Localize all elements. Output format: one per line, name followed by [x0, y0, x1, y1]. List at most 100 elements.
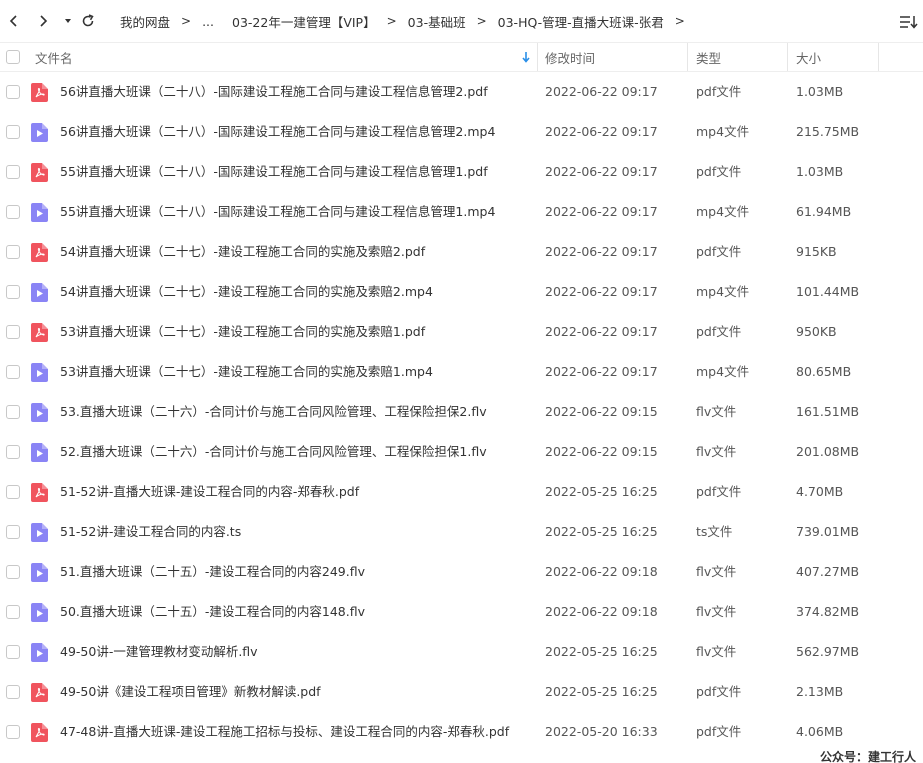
row-checkbox[interactable] [6, 485, 20, 499]
file-modified-date: 2022-05-25 16:25 [545, 524, 658, 539]
file-row[interactable]: 56讲直播大班课（二十八）-国际建设工程施工合同与建设工程信息管理2.pdf 20… [0, 72, 923, 112]
file-row[interactable]: 55讲直播大班课（二十八）-国际建设工程施工合同与建设工程信息管理1.mp4 20… [0, 192, 923, 232]
file-modified-date: 2022-06-22 09:15 [545, 444, 658, 459]
file-row[interactable]: 55讲直播大班课（二十八）-国际建设工程施工合同与建设工程信息管理1.pdf 20… [0, 152, 923, 192]
row-checkbox[interactable] [6, 685, 20, 699]
file-row[interactable]: 50.直播大班课（二十五）-建设工程合同的内容148.flv 2022-06-22… [0, 592, 923, 632]
file-row[interactable]: 49-50讲-一建管理教材变动解析.flv 2022-05-25 16:25 flv… [0, 632, 923, 672]
row-checkbox[interactable] [6, 165, 20, 179]
forward-button[interactable] [32, 9, 54, 33]
breadcrumb-item[interactable]: ... [202, 14, 214, 29]
file-name: 55讲直播大班课（二十八）-国际建设工程施工合同与建设工程信息管理1.pdf [60, 164, 488, 179]
video-icon [31, 123, 48, 142]
video-icon [31, 563, 48, 582]
file-row[interactable]: 53.直播大班课（二十六）-合同计价与施工合同风险管理、工程保险担保2.flv 2… [0, 392, 923, 432]
video-icon [31, 283, 48, 302]
file-row[interactable]: 54讲直播大班课（二十七）-建设工程施工合同的实施及索赔2.pdf 2022-06… [0, 232, 923, 272]
breadcrumb-item[interactable]: 03-22年一建管理【VIP】 [232, 12, 376, 31]
column-divider[interactable] [687, 43, 688, 71]
file-size: 950KB [796, 324, 837, 339]
pdf-icon [31, 483, 48, 502]
file-type: ts文件 [696, 524, 733, 539]
file-size: 915KB [796, 244, 837, 259]
breadcrumb-separator: > [386, 14, 397, 28]
file-size: 407.27MB [796, 564, 860, 579]
file-modified-date: 2022-05-25 16:25 [545, 644, 658, 659]
row-checkbox[interactable] [6, 605, 20, 619]
row-checkbox[interactable] [6, 125, 20, 139]
row-checkbox[interactable] [6, 405, 20, 419]
file-modified-date: 2022-06-22 09:17 [545, 364, 658, 379]
row-checkbox[interactable] [6, 725, 20, 739]
pdf-icon [31, 243, 48, 262]
file-type: flv文件 [696, 404, 737, 419]
column-modified[interactable]: 修改时间 [545, 43, 595, 71]
row-checkbox[interactable] [6, 325, 20, 339]
row-checkbox[interactable] [6, 645, 20, 659]
file-row[interactable]: 52.直播大班课（二十六）-合同计价与施工合同风险管理、工程保险担保1.flv 2… [0, 432, 923, 472]
breadcrumb-separator: > [476, 14, 487, 28]
file-type: flv文件 [696, 444, 737, 459]
file-row[interactable]: 54讲直播大班课（二十七）-建设工程施工合同的实施及索赔2.mp4 2022-06… [0, 272, 923, 312]
video-icon [31, 643, 48, 662]
file-modified-date: 2022-05-25 16:25 [545, 684, 658, 699]
breadcrumb-separator: > [181, 14, 192, 28]
sort-arrow-icon[interactable] [521, 43, 531, 71]
file-type: pdf文件 [696, 324, 742, 339]
file-type: flv文件 [696, 644, 737, 659]
column-size[interactable]: 大小 [796, 43, 821, 71]
column-type[interactable]: 类型 [696, 43, 721, 71]
row-checkbox[interactable] [6, 85, 20, 99]
file-name: 47-48讲-直播大班课-建设工程施工招标与投标、建设工程合同的内容-郑春秋.p… [60, 724, 510, 739]
row-checkbox[interactable] [6, 565, 20, 579]
file-type: pdf文件 [696, 84, 742, 99]
file-name: 49-50讲-一建管理教材变动解析.flv [60, 644, 258, 659]
file-modified-date: 2022-06-22 09:15 [545, 404, 658, 419]
file-size: 4.06MB [796, 724, 844, 739]
video-icon [31, 603, 48, 622]
breadcrumb-item[interactable]: 03-基础班 [408, 12, 466, 31]
file-row[interactable]: 56讲直播大班课（二十八）-国际建设工程施工合同与建设工程信息管理2.mp4 20… [0, 112, 923, 152]
chevron-right-icon [40, 15, 48, 27]
row-checkbox[interactable] [6, 245, 20, 259]
column-divider[interactable] [878, 43, 879, 71]
column-divider[interactable] [537, 43, 538, 71]
row-checkbox[interactable] [6, 525, 20, 539]
file-row[interactable]: 53讲直播大班课（二十七）-建设工程施工合同的实施及索赔1.pdf 2022-06… [0, 312, 923, 352]
column-header: 文件名 修改时间 类型 大小 [0, 42, 923, 72]
file-modified-date: 2022-06-22 09:17 [545, 244, 658, 259]
breadcrumb-item[interactable]: 我的网盘 [120, 12, 170, 31]
file-size: 101.44MB [796, 284, 860, 299]
sort-menu-button[interactable] [898, 12, 920, 32]
row-checkbox[interactable] [6, 365, 20, 379]
file-row[interactable]: 53讲直播大班课（二十七）-建设工程施工合同的实施及索赔1.mp4 2022-06… [0, 352, 923, 392]
select-all-checkbox[interactable] [6, 50, 20, 64]
file-row[interactable]: 51-52讲-建设工程合同的内容.ts 2022-05-25 16:25 ts文件 7… [0, 512, 923, 552]
pdf-icon [31, 683, 48, 702]
row-checkbox[interactable] [6, 285, 20, 299]
caret-down-icon [65, 19, 71, 23]
column-divider[interactable] [787, 43, 788, 71]
row-checkbox[interactable] [6, 445, 20, 459]
history-dropdown-button[interactable] [57, 9, 79, 33]
column-name[interactable]: 文件名 [35, 43, 73, 71]
breadcrumb-item-current[interactable]: 03-HQ-管理-直播大班课-张君 [498, 12, 664, 31]
back-button[interactable] [3, 9, 25, 33]
file-name: 53.直播大班课（二十六）-合同计价与施工合同风险管理、工程保险担保2.flv [60, 404, 487, 419]
file-name: 51.直播大班课（二十五）-建设工程合同的内容249.flv [60, 564, 365, 579]
file-modified-date: 2022-06-22 09:17 [545, 164, 658, 179]
file-name: 53讲直播大班课（二十七）-建设工程施工合同的实施及索赔1.pdf [60, 324, 426, 339]
file-modified-date: 2022-06-22 09:17 [545, 324, 658, 339]
file-name: 53讲直播大班课（二十七）-建设工程施工合同的实施及索赔1.mp4 [60, 364, 433, 379]
file-row[interactable]: 49-50讲《建设工程项目管理》新教材解读.pdf 2022-05-25 16:2… [0, 672, 923, 712]
file-row[interactable]: 51-52讲-直播大班课-建设工程合同的内容-郑春秋.pdf 2022-05-25… [0, 472, 923, 512]
file-row[interactable]: 51.直播大班课（二十五）-建设工程合同的内容249.flv 2022-06-22… [0, 552, 923, 592]
file-name: 56讲直播大班课（二十八）-国际建设工程施工合同与建设工程信息管理2.pdf [60, 84, 488, 99]
chevron-left-icon [9, 15, 17, 27]
file-name: 54讲直播大班课（二十七）-建设工程施工合同的实施及索赔2.mp4 [60, 284, 433, 299]
file-row[interactable]: 47-48讲-直播大班课-建设工程施工招标与投标、建设工程合同的内容-郑春秋.p… [0, 712, 923, 752]
row-checkbox[interactable] [6, 205, 20, 219]
file-modified-date: 2022-06-22 09:17 [545, 124, 658, 139]
file-name: 51-52讲-建设工程合同的内容.ts [60, 524, 242, 539]
refresh-button[interactable] [77, 9, 99, 33]
